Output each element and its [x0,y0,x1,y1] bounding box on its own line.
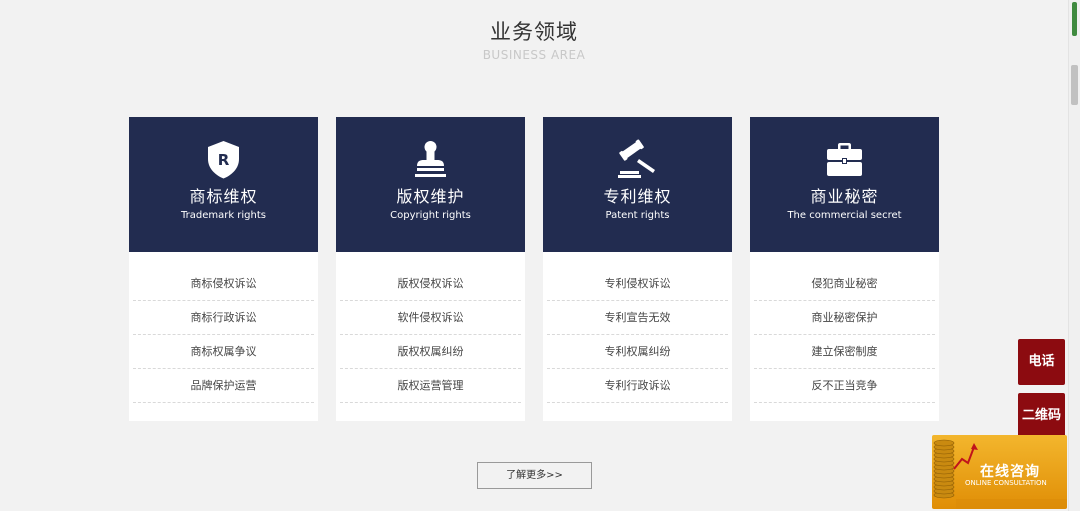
card-item[interactable]: 商标权属争议 [133,335,314,369]
gavel-icon [617,139,658,180]
card-item[interactable]: 品牌保护运营 [133,369,314,403]
card-item-list: 专利侵权诉讼 专利宣告无效 专利权属纠纷 专利行政诉讼 [543,267,732,403]
card-item[interactable]: 侵犯商业秘密 [754,267,935,301]
online-consultation-banner[interactable]: 在线咨询 ONLINE CONSULTATION [932,435,1067,509]
learn-more-button[interactable]: 了解更多>> [477,462,592,489]
card-subtitle: The commercial secret [787,210,902,221]
page-scrollbar[interactable] [1068,0,1080,511]
card-subtitle: Copyright rights [390,210,471,221]
card-header[interactable]: 版权维护 Copyright rights [336,117,525,252]
consult-title: 在线咨询 [980,464,1040,480]
card-header[interactable]: 专利维权 Patent rights [543,117,732,252]
card-item[interactable]: 建立保密制度 [754,335,935,369]
stamp-icon [410,139,451,180]
card-item[interactable]: 反不正当竞争 [754,369,935,403]
card-item[interactable]: 专利侵权诉讼 [547,267,728,301]
card-header[interactable]: 商业秘密 The commercial secret [750,117,939,252]
card-subtitle: Patent rights [605,210,670,221]
card-title: 专利维权 [603,187,672,206]
card-item-list: 侵犯商业秘密 商业秘密保护 建立保密制度 反不正当竞争 [750,267,939,403]
svg-text:R: R [218,151,230,169]
card-item[interactable]: 版权运营管理 [340,369,521,403]
scrollbar-indicator [1072,2,1077,36]
card-item[interactable]: 版权侵权诉讼 [340,267,521,301]
phone-button[interactable]: 电话 [1018,339,1065,385]
card-item[interactable]: 版权权属纠纷 [340,335,521,369]
card-commercial-secret: 商业秘密 The commercial secret 侵犯商业秘密 商业秘密保护… [750,117,939,421]
card-title: 商标维权 [189,187,258,206]
card-item-list: 版权侵权诉讼 软件侵权诉讼 版权权属纠纷 版权运营管理 [336,267,525,403]
scrollbar-thumb[interactable] [1071,65,1078,105]
card-item[interactable]: 商业秘密保护 [754,301,935,335]
card-item[interactable]: 专利行政诉讼 [547,369,728,403]
card-subtitle: Trademark rights [180,210,267,221]
briefcase-icon [824,139,865,180]
card-copyright: 版权维护 Copyright rights 版权侵权诉讼 软件侵权诉讼 版权权属… [336,117,525,421]
card-item[interactable]: 软件侵权诉讼 [340,301,521,335]
card-title: 版权维护 [396,187,465,206]
consult-subtitle: ONLINE CONSULTATION [965,479,1047,487]
section-title: 业务领域 BUSINESS AREA [0,18,1068,63]
card-title: 商业秘密 [810,187,879,206]
section-title-zh: 业务领域 [490,20,578,44]
section-title-en: BUSINESS AREA [482,48,586,62]
card-header[interactable]: R 商标维权 Trademark rights [129,117,318,252]
card-item[interactable]: 专利宣告无效 [547,301,728,335]
card-item[interactable]: 商标行政诉讼 [133,301,314,335]
business-cards: R 商标维权 Trademark rights 商标侵权诉讼 商标行政诉讼 商标… [129,117,940,421]
card-item-list: 商标侵权诉讼 商标行政诉讼 商标权属争议 品牌保护运营 [129,267,318,403]
card-item[interactable]: 专利权属纠纷 [547,335,728,369]
qr-code-button[interactable]: 二维码 [1018,393,1065,439]
card-patent: 专利维权 Patent rights 专利侵权诉讼 专利宣告无效 专利权属纠纷 … [543,117,732,421]
trademark-shield-icon: R [203,139,244,180]
card-item[interactable]: 商标侵权诉讼 [133,267,314,301]
card-trademark: R 商标维权 Trademark rights 商标侵权诉讼 商标行政诉讼 商标… [129,117,318,421]
